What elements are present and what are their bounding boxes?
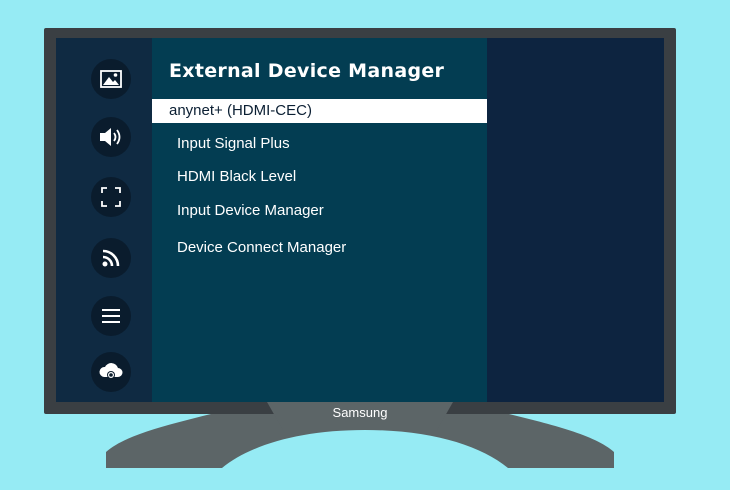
menu-item-input-device-manager[interactable]: Input Device Manager bbox=[152, 199, 487, 223]
fullscreen-icon[interactable] bbox=[91, 177, 131, 217]
tv-screen: External Device Manager anynet+ (HDMI-CE… bbox=[56, 38, 664, 402]
menu-item-input-signal-plus[interactable]: Input Signal Plus bbox=[152, 132, 487, 156]
page-title: External Device Manager bbox=[169, 60, 445, 82]
broadcast-icon[interactable] bbox=[91, 238, 131, 278]
menu-item-device-connect-manager[interactable]: Device Connect Manager bbox=[152, 236, 487, 260]
menu-item-hdmi-black-level[interactable]: HDMI Black Level bbox=[152, 165, 487, 189]
picture-icon[interactable] bbox=[91, 59, 131, 99]
support-icon[interactable] bbox=[91, 352, 131, 392]
brand-logo: Samsung bbox=[332, 405, 388, 420]
sound-icon[interactable] bbox=[91, 117, 131, 157]
menu-item-label: HDMI Black Level bbox=[177, 168, 297, 185]
menu-item-label: anynet+ (HDMI-CEC) bbox=[169, 102, 312, 119]
settings-sidebar bbox=[56, 38, 152, 402]
menu-item-label: Input Signal Plus bbox=[177, 135, 290, 152]
menu-icon[interactable] bbox=[91, 296, 131, 336]
menu-item-label: Input Device Manager bbox=[177, 202, 324, 219]
menu-item-label: Device Connect Manager bbox=[177, 239, 347, 256]
external-device-manager-panel: External Device Manager anynet+ (HDMI-CE… bbox=[152, 38, 487, 402]
menu-item-anynet[interactable]: anynet+ (HDMI-CEC) bbox=[152, 99, 487, 123]
